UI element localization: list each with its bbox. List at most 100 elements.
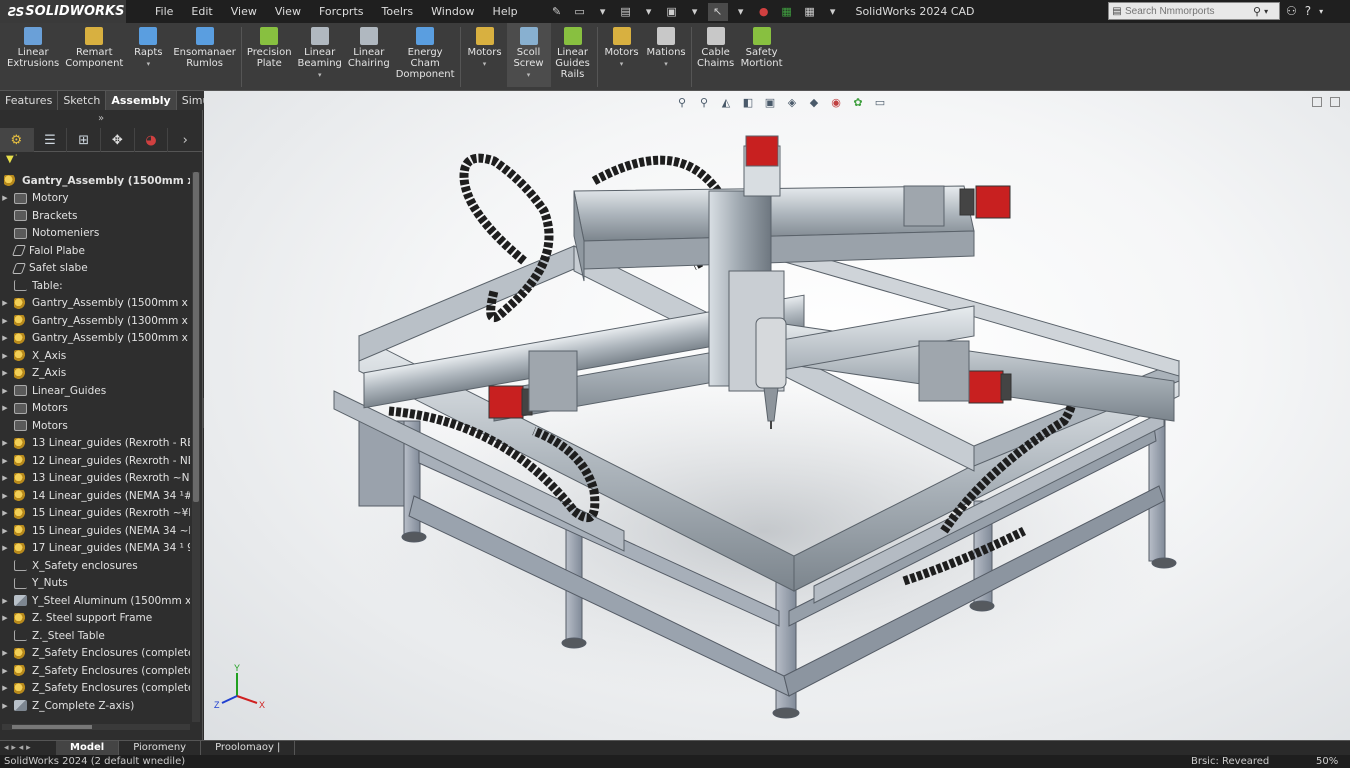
tree-item[interactable]: ▶ Gantry_Assembly (1500mm x 120 (0, 295, 190, 313)
tree-item[interactable]: ▶ Z. Steel support Frame (0, 610, 190, 628)
panel-collapse-handle[interactable]: » (0, 110, 202, 128)
expand-arrow-icon[interactable]: ▶ (0, 544, 10, 552)
ribbon-button-10[interactable]: Linear Guides Rails (551, 23, 595, 80)
dropdown-icon[interactable]: ▾ (731, 3, 751, 21)
tree-item[interactable]: ▶ 13 Linear_guides (Rexroth ~NEM (0, 470, 190, 488)
restore-viewport-icon[interactable] (1312, 97, 1322, 107)
tree-item[interactable]: Y_Nuts (0, 575, 190, 593)
maximize-viewport-icon[interactable] (1330, 97, 1340, 107)
edit-appearance-icon[interactable]: ◉ (828, 96, 844, 110)
tree-item[interactable]: Notomeniers (0, 225, 190, 243)
expand-arrow-icon[interactable]: ▶ (0, 387, 10, 395)
chevron-down-icon[interactable]: ▾ (527, 71, 531, 79)
bottom-tab-1[interactable]: Pioromeny (119, 741, 202, 755)
expand-arrow-icon[interactable]: ▶ (0, 369, 10, 377)
tree-item[interactable]: ▶ Gantry_Assembly (1500mm x 120 (0, 330, 190, 348)
rebuild-icon[interactable]: ▦ (777, 3, 797, 21)
expand-arrow-icon[interactable]: ▶ (0, 299, 10, 307)
tree-item[interactable]: ▶ 13 Linear_guides (Rexroth - REM (0, 435, 190, 453)
bottom-tab-0[interactable]: Model (56, 741, 120, 755)
chevron-down-icon[interactable]: ▾ (318, 71, 322, 79)
tree-item[interactable]: ▶ Y_Steel Aluminum (1500mm x 12 (0, 592, 190, 610)
feature-manager-tab-icon[interactable]: ⚙ (0, 128, 34, 152)
expand-arrow-icon[interactable]: ▶ (0, 474, 10, 482)
expand-arrow-icon[interactable]: ▶ (0, 439, 10, 447)
tab-navigation-arrows[interactable]: ◂ ▸ ◂ ▸ (0, 741, 56, 755)
tab-0[interactable]: Features (0, 91, 59, 110)
configuration-manager-tab-icon[interactable]: ⊞ (67, 128, 102, 152)
ribbon-button-9[interactable]: Scoll Screw ▾ (506, 23, 551, 87)
expand-arrow-icon[interactable]: ▶ (0, 667, 10, 675)
chevron-down-icon[interactable]: ▾ (483, 60, 487, 68)
expand-arrow-icon[interactable]: ▶ (0, 317, 10, 325)
menu-help-7[interactable]: Help (484, 0, 527, 23)
property-manager-tab-icon[interactable]: ☰ (34, 128, 68, 152)
display-style-icon[interactable]: ◈ (784, 96, 800, 110)
menu-forcprts-4[interactable]: Forcprts (310, 0, 373, 23)
ribbon-button-0[interactable]: Linear Extrusions (4, 23, 62, 69)
expand-arrow-icon[interactable]: ▶ (0, 597, 10, 605)
tree-item[interactable]: Brackets (0, 207, 190, 225)
traffic-light-icon[interactable]: ● (754, 3, 774, 21)
tree-item[interactable]: ▶ Z_Safety Enclosures (complete ex (0, 680, 190, 698)
pin-icon[interactable]: ✎ (547, 3, 567, 21)
zoom-to-fit-icon[interactable]: ⚲ (674, 96, 690, 110)
ribbon-button-5[interactable]: Linear Beaming ▾ (295, 23, 345, 79)
tree-item[interactable]: Z._Steel Table (0, 627, 190, 645)
tree-item[interactable]: ▶ Z_Safety Enclosures (complete Z (0, 645, 190, 663)
expand-arrow-icon[interactable]: ▶ (0, 404, 10, 412)
expand-arrow-icon[interactable]: ▶ (0, 509, 10, 517)
dropdown-icon[interactable]: ▾ (823, 3, 843, 21)
hide-show-items-icon[interactable]: ◆ (806, 96, 822, 110)
menu-view-3[interactable]: View (266, 0, 310, 23)
chevron-down-icon[interactable]: ▾ (1264, 7, 1268, 16)
tree-item[interactable]: Falol Plabe (0, 242, 190, 260)
tab-2[interactable]: Assembly (106, 91, 177, 110)
view-settings-icon[interactable]: ▭ (872, 96, 888, 110)
ribbon-button-7[interactable]: Energy Cham Domponent (393, 23, 458, 80)
view-orientation-icon[interactable]: ▣ (762, 96, 778, 110)
select-cursor-icon[interactable]: ↖ (707, 2, 728, 21)
graphics-viewport[interactable]: ⚲ ⚲ ◭ ◧ ▣ ◈ ◆ ◉ ✿ ▭ Y X Z (204, 91, 1350, 740)
ribbon-button-4[interactable]: Precision Plate (244, 23, 295, 69)
help-icon[interactable]: ? (1305, 0, 1311, 23)
dropdown-icon[interactable]: ▾ (685, 3, 705, 21)
status-units[interactable]: Brsic: Reveared (1191, 755, 1269, 768)
expand-arrow-icon[interactable]: ▶ (0, 649, 10, 657)
ribbon-button-14[interactable]: Safety Mortiont (738, 23, 786, 69)
tree-item[interactable]: ▶ Linear_Guides (0, 382, 190, 400)
tree-item[interactable]: ▶ Motors (0, 400, 190, 418)
ribbon-button-13[interactable]: Cable Chaims (694, 23, 738, 69)
menu-file-0[interactable]: File (146, 0, 182, 23)
expand-arrow-icon[interactable]: ▶ (0, 334, 10, 342)
new-document-icon[interactable]: ▭ (570, 3, 590, 21)
tree-item[interactable]: ▶ Z_Safety Enclosures (complete ch (0, 662, 190, 680)
tree-item[interactable]: ▶ 15 Linear_guides (Rexroth ~¥EM (0, 505, 190, 523)
tree-item[interactable]: ▶ X_Axis (0, 347, 190, 365)
search-icon[interactable]: ⚲ (1253, 5, 1261, 18)
tree-horizontal-scrollbar[interactable] (2, 724, 190, 730)
ribbon-button-8[interactable]: Motors ▾ (463, 23, 507, 68)
tree-item[interactable]: ▶ Motory (0, 190, 190, 208)
tree-item[interactable]: Table: (0, 277, 190, 295)
panel-more-icon[interactable]: › (168, 128, 202, 152)
previous-view-icon[interactable]: ◭ (718, 96, 734, 110)
section-view-icon[interactable]: ◧ (740, 96, 756, 110)
tree-item[interactable]: X_Safety enclosures (0, 557, 190, 575)
tree-item[interactable]: ▶ Z_Axis (0, 365, 190, 383)
expand-arrow-icon[interactable]: ▶ (0, 457, 10, 465)
expand-arrow-icon[interactable]: ▶ (0, 194, 10, 202)
zoom-to-area-icon[interactable]: ⚲ (696, 96, 712, 110)
menu-toelrs-5[interactable]: Toelrs (373, 0, 423, 23)
tree-root-assembly[interactable]: Gantry_Assembly (1500mm x 1200mm (0, 172, 190, 190)
expand-arrow-icon[interactable]: ▶ (0, 352, 10, 360)
expand-arrow-icon[interactable]: ▶ (0, 492, 10, 500)
filter-icon[interactable]: ▼˙ (0, 152, 202, 168)
expand-arrow-icon[interactable]: ▶ (0, 684, 10, 692)
dropdown-icon[interactable]: ▾ (593, 3, 613, 21)
dimxpert-tab-icon[interactable]: ✥ (101, 128, 135, 152)
display-manager-tab-icon[interactable]: ◕ (135, 128, 169, 152)
tab-1[interactable]: Sketch (58, 91, 107, 110)
ribbon-button-11[interactable]: Motors ▾ (600, 23, 644, 68)
menu-view-2[interactable]: View (222, 0, 266, 23)
